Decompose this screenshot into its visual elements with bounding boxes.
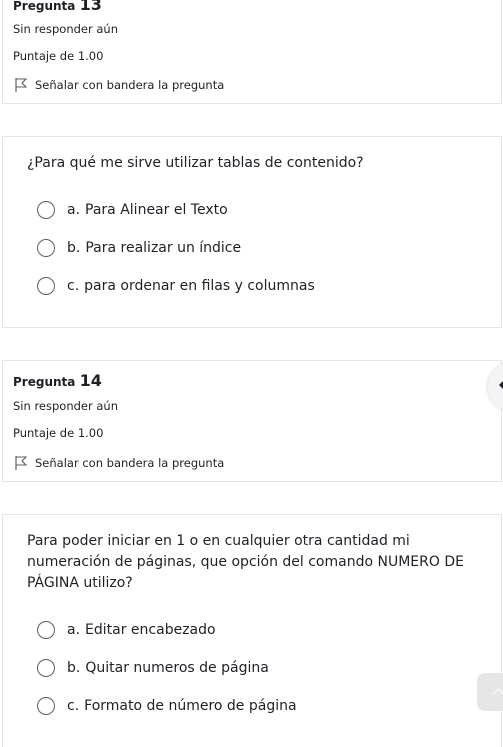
question-13-title: Pregunta 13 — [13, 0, 102, 14]
question-14-answer-b[interactable]: b. Quitar numeros de página — [37, 659, 269, 677]
answer-text: Para Alinear el Texto — [85, 202, 228, 218]
answer-letter: a. — [67, 622, 81, 638]
question-13-content: ¿Para qué me sirve utilizar tablas de co… — [2, 136, 502, 328]
flag-label: Señalar con bandera la pregunta — [35, 456, 225, 470]
answer-text: Quitar numeros de página — [85, 660, 269, 676]
answer-text: Editar encabezado — [85, 622, 216, 638]
question-13-text: ¿Para qué me sirve utilizar tablas de co… — [27, 155, 364, 171]
radio-button[interactable] — [37, 659, 55, 677]
question-14-answer-a[interactable]: a. Editar encabezado — [37, 621, 216, 639]
question-number: 14 — [79, 371, 102, 390]
question-13-state: Sin responder aún — [13, 22, 118, 36]
question-14-answer-c[interactable]: c. Formato de número de página — [37, 697, 297, 715]
question-14-content: Para poder iniciar en 1 o en cualquier o… — [2, 514, 502, 747]
question-14-text: Para poder iniciar en 1 o en cualquier o… — [27, 533, 464, 591]
question-13-answer-a[interactable]: a. Para Alinear el Texto — [37, 201, 228, 219]
question-13-flag-toggle[interactable]: Señalar con bandera la pregunta — [13, 77, 224, 93]
question-number: 13 — [79, 0, 102, 14]
flag-label: Señalar con bandera la pregunta — [35, 78, 225, 92]
answer-letter: c. — [67, 698, 80, 714]
answer-letter: b. — [67, 240, 81, 256]
question-label: Pregunta — [13, 375, 76, 389]
question-13-answer-c[interactable]: c. para ordenar en filas y columnas — [37, 277, 315, 295]
question-14-info: Pregunta 14 Sin responder aún Puntaje de… — [2, 360, 502, 482]
chevron-left-icon — [499, 381, 503, 389]
question-14-state: Sin responder aún — [13, 399, 118, 413]
radio-button[interactable] — [37, 239, 55, 257]
flag-icon — [15, 78, 28, 92]
question-14-title: Pregunta 14 — [13, 371, 102, 390]
radio-button[interactable] — [37, 621, 55, 639]
chevron-up-icon — [492, 688, 503, 700]
answer-letter: b. — [67, 660, 81, 676]
question-13-grade: Puntaje de 1.00 — [13, 49, 104, 63]
question-13-answer-b[interactable]: b. Para realizar un índice — [37, 239, 241, 257]
flag-icon — [15, 456, 28, 470]
back-to-top-button[interactable] — [477, 673, 503, 711]
answer-letter: a. — [67, 202, 81, 218]
question-13-info: Pregunta 13 Sin responder aún Puntaje de… — [2, 0, 502, 104]
radio-button[interactable] — [37, 201, 55, 219]
question-14-flag-toggle[interactable]: Señalar con bandera la pregunta — [13, 455, 224, 471]
answer-text: Para realizar un índice — [85, 240, 242, 256]
radio-button[interactable] — [37, 277, 55, 295]
question-label: Pregunta — [13, 0, 76, 13]
radio-button[interactable] — [37, 697, 55, 715]
question-14-grade: Puntaje de 1.00 — [13, 426, 104, 440]
answer-text: Formato de número de página — [84, 698, 297, 714]
answer-text: para ordenar en filas y columnas — [84, 278, 315, 294]
answer-letter: c. — [67, 278, 80, 294]
